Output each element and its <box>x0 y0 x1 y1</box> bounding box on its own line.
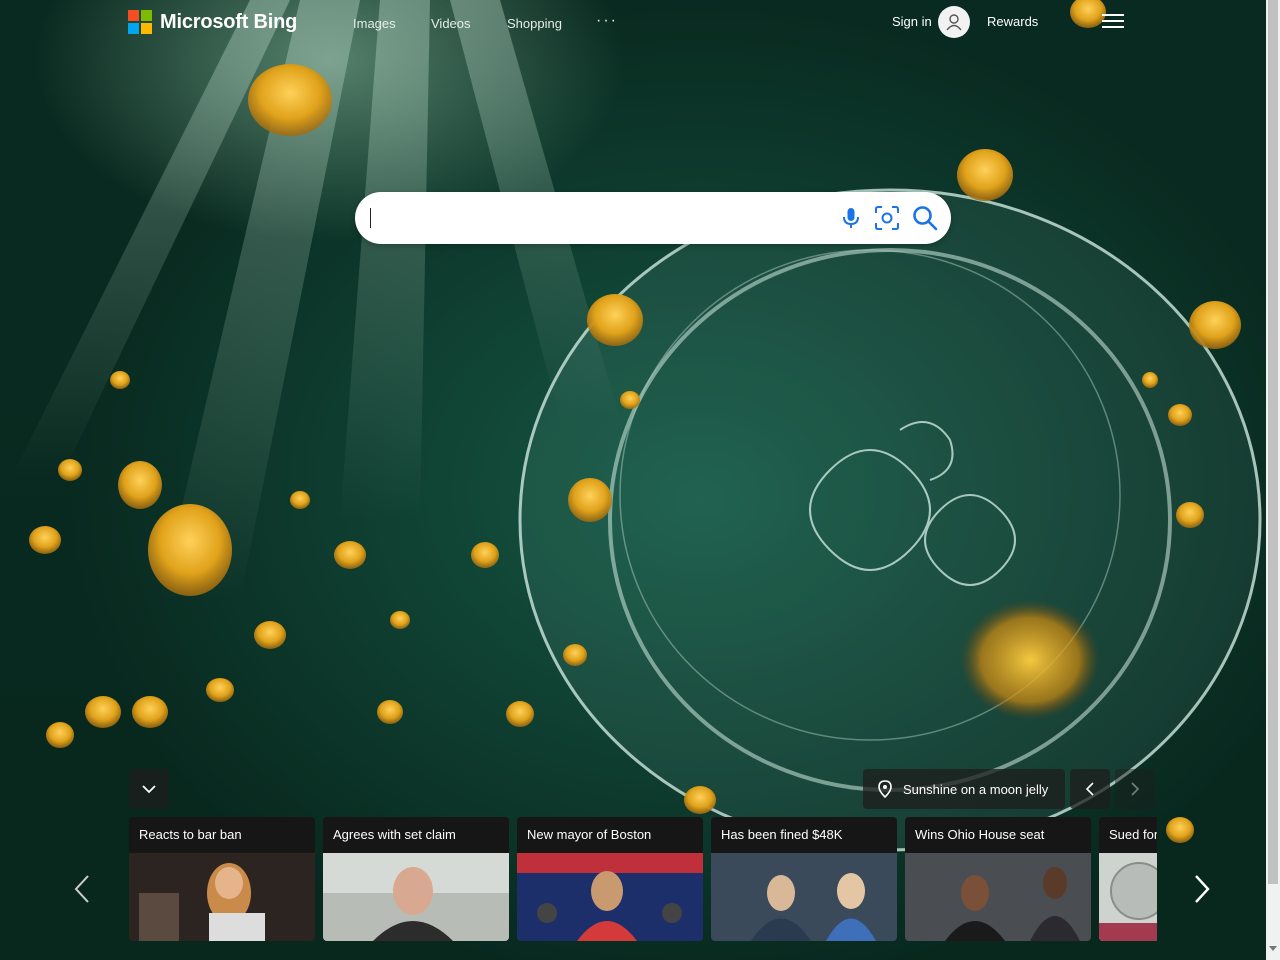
logo-text: Microsoft Bing <box>160 10 298 33</box>
news-card-image <box>711 853 897 941</box>
microsoft-logo-icon <box>128 10 152 34</box>
next-image-button[interactable] <box>1115 769 1155 809</box>
background-image <box>0 0 1266 960</box>
chevron-right-icon <box>1131 782 1140 796</box>
nav-shopping[interactable]: Shopping <box>507 16 562 31</box>
image-info-button[interactable]: Sunshine on a moon jelly <box>863 769 1065 809</box>
news-card-image <box>517 853 703 941</box>
visual-search-icon[interactable] <box>873 204 901 232</box>
news-card-title: New mayor of Boston <box>517 817 703 853</box>
scrollbar-thumb[interactable] <box>1268 0 1278 884</box>
carousel-right-arrow[interactable] <box>1192 874 1212 904</box>
chevron-left-icon <box>1085 782 1094 796</box>
search-box[interactable] <box>355 192 951 244</box>
scroll-down-arrow-icon[interactable] <box>1269 946 1277 951</box>
collapse-feed-button[interactable] <box>129 769 169 809</box>
search-icon[interactable] <box>911 204 939 232</box>
news-card-title: Has been fined $48K <box>711 817 897 853</box>
news-card-image <box>323 853 509 941</box>
jellyfish-scene <box>10 0 1262 852</box>
news-card[interactable]: Sued for <box>1099 817 1157 941</box>
news-card[interactable]: New mayor of Boston <box>517 817 703 941</box>
nav-videos[interactable]: Videos <box>431 16 471 31</box>
sign-in-link[interactable]: Sign in <box>892 14 932 29</box>
nav-more-button[interactable]: ··· <box>596 12 618 30</box>
search-input[interactable] <box>371 202 825 236</box>
news-card-title: Agrees with set claim <box>323 817 509 853</box>
page-scrollbar[interactable] <box>1266 0 1280 960</box>
previous-image-button[interactable] <box>1070 769 1110 809</box>
nav-images[interactable]: Images <box>353 16 396 31</box>
news-card-image <box>1099 853 1157 941</box>
news-card[interactable]: Agrees with set claim <box>323 817 509 941</box>
news-card-image <box>905 853 1091 941</box>
news-carousel: Reacts to bar ban Agrees with set claim … <box>129 817 1157 941</box>
news-card-title: Reacts to bar ban <box>129 817 315 853</box>
news-card[interactable]: Wins Ohio House seat <box>905 817 1091 941</box>
news-card[interactable]: Has been fined $48K <box>711 817 897 941</box>
rewards-link[interactable]: Rewards <box>987 14 1038 29</box>
text-caret <box>370 208 371 228</box>
user-avatar-icon[interactable] <box>938 6 970 38</box>
chevron-right-icon <box>1195 875 1210 903</box>
hamburger-menu-icon[interactable] <box>1102 14 1124 30</box>
carousel-left-arrow[interactable] <box>72 874 92 904</box>
news-card[interactable]: Reacts to bar ban <box>129 817 315 941</box>
news-card-image <box>129 853 315 941</box>
bing-logo[interactable]: Microsoft Bing <box>128 10 297 34</box>
image-caption: Sunshine on a moon jelly <box>903 781 1049 797</box>
chevron-down-icon <box>142 785 156 794</box>
news-card-title: Sued for <box>1099 817 1157 853</box>
microphone-icon[interactable] <box>837 204 865 232</box>
news-card-title: Wins Ohio House seat <box>905 817 1091 853</box>
location-pin-icon <box>878 780 892 799</box>
chevron-left-icon <box>74 875 89 903</box>
